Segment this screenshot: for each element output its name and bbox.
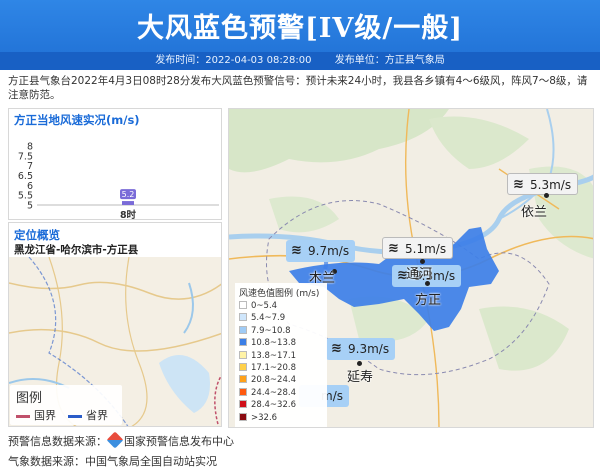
wind-scale-label: >32.6	[251, 412, 278, 423]
wind-chart: 87.576.565.555.28时	[18, 142, 219, 221]
warning-source-link[interactable]: 国家预警信息发布中心	[124, 435, 234, 448]
wind-scale-swatch	[239, 363, 247, 371]
weather-data-source: 气象数据来源：中国气象局全国自动站实况	[8, 455, 217, 468]
wind-icon: ≋	[513, 177, 524, 192]
data-label: 5.2	[122, 190, 135, 199]
wind-scale-label: 17.1~20.8	[251, 363, 296, 373]
wind-scale-item: 24.4~28.4	[239, 387, 296, 399]
national-border-swatch	[16, 414, 30, 418]
wind-scale-label: 13.8~17.1	[251, 350, 296, 361]
place-yilan: 依兰	[521, 205, 548, 220]
wind-scale-legend: 风速色值图例 (m/s) 0~5.4 5.4~7.9 7.9~10.8 10.8~13…	[235, 283, 327, 427]
wind-scale-item: 5.4~7.9	[239, 313, 285, 324]
wind-scale-swatch	[239, 400, 247, 409]
wind-scale-label: 28.4~32.6	[251, 400, 296, 411]
wind-scale-item: >32.6	[239, 412, 278, 424]
wind-icon: ≋	[331, 341, 342, 356]
place-fangzheng: 方正	[415, 293, 442, 308]
wind-label-yanshou[interactable]: ≋ 9.3m/s	[326, 338, 396, 360]
issue-time: 发布时间：2022-04-03 08:28:00	[155, 55, 312, 66]
wind-icon: ≋	[291, 243, 302, 258]
wind-scale-label: 20.8~24.4	[251, 375, 296, 386]
warning-banner: 大风蓝色预警[IV级/一般] 发布时间：2022-04-03 08:28:00 …	[0, 0, 600, 70]
wind-scale-item: 0~5.4	[239, 301, 277, 312]
provincial-border-swatch	[68, 414, 82, 418]
wind-scale-item: 28.4~32.6	[239, 400, 296, 411]
place-marker	[425, 281, 430, 286]
x-category-label: 8时	[120, 209, 137, 221]
wind-scale-swatch	[239, 350, 247, 359]
wind-scale-label: 24.4~28.4	[251, 387, 296, 398]
place-marker	[544, 193, 549, 198]
issuer: 发布单位：方正县气象局	[334, 55, 445, 66]
wind-scale-swatch	[239, 375, 247, 384]
wind-scale-swatch	[239, 325, 247, 334]
wind-scale-item: 7.9~10.8	[239, 325, 291, 337]
warning-notice: 方正县气象台2022年4月3日08时28分发布大风蓝色预警信号：预计未来24小时…	[8, 75, 588, 101]
wind-scale-item: 13.8~17.1	[239, 350, 296, 362]
wind-scale-swatch	[239, 412, 247, 421]
place-tonghe: 通河	[406, 267, 433, 282]
warning-title: 大风蓝色预警[IV级/一般]	[137, 13, 463, 44]
location-title: 定位概览	[14, 228, 60, 242]
wind-scale-title: 风速色值图例 (m/s)	[239, 289, 320, 299]
wind-scale-label: 10.8~13.8	[251, 338, 296, 349]
wind-scale-item: 20.8~24.4	[239, 375, 296, 386]
wind-label-mulan[interactable]: ≋ 9.7m/s	[286, 240, 356, 262]
warning-center-logo-icon	[106, 431, 124, 449]
wind-scale-swatch	[239, 301, 247, 309]
wind-label-yilan[interactable]: ≋ 5.3m/s	[507, 173, 579, 195]
location-path: 黑龙江省-哈尔滨市-方正县	[14, 244, 139, 256]
legend-item-national-border: 国界	[16, 407, 56, 423]
y-tick-label: 5	[27, 201, 33, 212]
wind-scale-item: 10.8~13.8	[239, 338, 296, 349]
legend-item-provincial-border: 省界	[68, 407, 108, 423]
wind-scale-swatch	[239, 387, 247, 396]
place-yanshou: 延寿	[347, 370, 374, 385]
wind-scale-item: 17.1~20.8	[239, 363, 296, 374]
overview-legend: 图例 国界 省界	[10, 385, 122, 425]
wind-scale-label: 0~5.4	[251, 301, 278, 311]
legend-title: 图例	[16, 391, 43, 406]
wind-bar[interactable]	[122, 201, 134, 205]
wind-scale-swatch	[239, 338, 247, 347]
wind-label-tonghe[interactable]: ≋ 5.1m/s	[382, 237, 454, 259]
wind-scale-label: 5.4~7.9	[251, 313, 286, 324]
wind-scale-swatch	[239, 313, 247, 322]
wind-observation-panel: 方正当地风速实况(m/s) 8 7.5 7 6.5 6 5.5 5 5.2 8时	[8, 108, 222, 221]
warning-source: 预警信息数据来源： 国家预警信息发布中心	[8, 431, 234, 449]
wind-map[interactable]: ≋ 5.3m/s ≋ 9.7m/s ≋ 5.1m/s ≋ 9.3m/s ≋ 9.3m/s …	[228, 108, 594, 428]
wind-scale-label: 7.9~10.8	[251, 325, 291, 336]
warning-meta: 发布时间：2022-04-03 08:28:00 发布单位：方正县气象局	[0, 52, 600, 70]
wind-icon: ≋	[388, 241, 399, 256]
